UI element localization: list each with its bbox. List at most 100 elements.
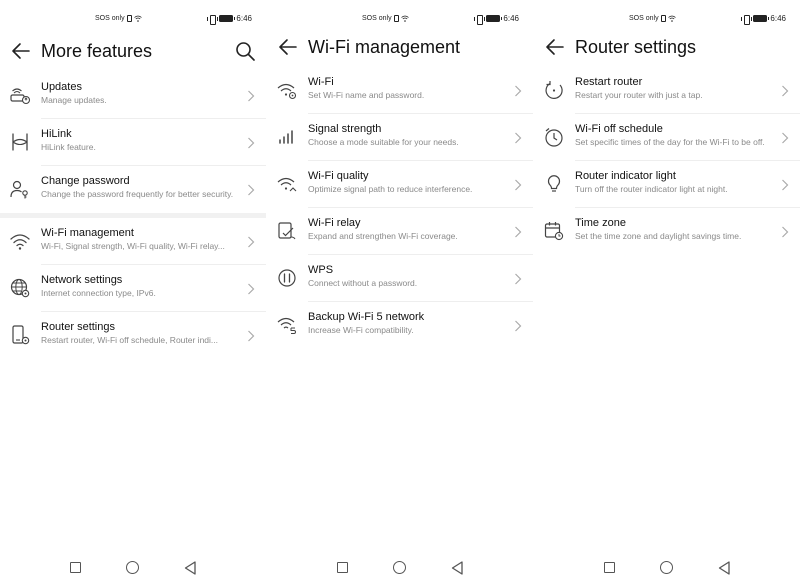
chevron-right-icon: [248, 137, 255, 149]
item-description: HiLink feature.: [41, 142, 96, 152]
sim-icon: [126, 15, 132, 22]
item-description: Restart router, Wi-Fi off schedule, Rout…: [41, 335, 218, 345]
list-item-hilink[interactable]: HiLink HiLink feature.: [0, 119, 266, 166]
sim-icon: [393, 15, 399, 22]
chevron-right-icon: [515, 273, 522, 285]
item-label: Time zone: [575, 217, 626, 229]
item-description: Manage updates.: [41, 95, 107, 105]
list-item-wifi[interactable]: Wi-Fi Set Wi-Fi name and password.: [267, 67, 533, 114]
router-gear-icon: [12, 325, 30, 345]
list-item-restart-router[interactable]: Restart router Restart your router with …: [534, 67, 800, 114]
home-button[interactable]: [126, 561, 139, 574]
recent-apps-button[interactable]: [70, 562, 81, 573]
lightbulb-icon: [547, 175, 561, 192]
list-item-updates[interactable]: Updates Manage updates.: [0, 72, 266, 119]
item-description: Internet connection type, IPv6.: [41, 288, 156, 298]
wifi-icon: [10, 234, 30, 250]
list-item-signal-strength[interactable]: Signal strength Choose a mode suitable f…: [267, 114, 533, 161]
system-nav-bar: [534, 557, 800, 579]
sos-only-text: SOS only: [362, 15, 392, 22]
chevron-right-icon: [782, 132, 789, 144]
item-description: Connect without a password.: [308, 278, 418, 288]
wifi-status-icon: [667, 15, 676, 22]
item-label: Wi-Fi quality: [308, 170, 369, 182]
status-time: 6:46: [236, 14, 252, 23]
router-update-icon: [10, 88, 31, 105]
item-label: Restart router: [575, 76, 643, 88]
wifi-gear-icon: [277, 83, 297, 100]
home-button[interactable]: [660, 561, 673, 574]
page-title: More features: [41, 41, 153, 61]
chevron-right-icon: [248, 283, 255, 295]
list-item-backup-wifi-5[interactable]: Backup Wi-Fi 5 network Increase Wi-Fi co…: [267, 302, 533, 349]
chevron-right-icon: [515, 179, 522, 191]
item-description: Optimize signal path to reduce interfere…: [308, 184, 473, 194]
sos-only-text: SOS only: [629, 15, 659, 22]
globe-gear-icon: [10, 278, 30, 298]
router-settings-list: Restart router Restart your router with …: [534, 67, 800, 255]
item-label: Wi-Fi off schedule: [575, 123, 663, 135]
list-item-change-password[interactable]: Change password Change the password freq…: [0, 166, 266, 213]
list-item-router-indicator-light[interactable]: Router indicator light Turn off the rout…: [534, 161, 800, 208]
home-button[interactable]: [393, 561, 406, 574]
chevron-right-icon: [515, 226, 522, 238]
wifi-quality-icon: [277, 177, 297, 192]
status-right: 6:46: [741, 14, 786, 25]
recent-apps-button[interactable]: [604, 562, 615, 573]
item-description: Set Wi-Fi name and password.: [308, 90, 425, 100]
item-label: Router settings: [41, 321, 115, 333]
list-item-network-settings[interactable]: Network settings Internet connection typ…: [0, 265, 266, 312]
app-header: Wi-Fi management: [267, 30, 533, 66]
status-time: 6:46: [503, 14, 519, 23]
calendar-clock-icon: [544, 222, 564, 241]
status-bar: SOS only 6:46: [0, 0, 266, 38]
wps-icon: [278, 269, 296, 287]
back-button[interactable]: [451, 561, 463, 575]
recent-apps-button[interactable]: [337, 562, 348, 573]
list-item-wifi-quality[interactable]: Wi-Fi quality Optimize signal path to re…: [267, 161, 533, 208]
wifi-status-icon: [133, 15, 142, 22]
system-nav-bar: [0, 557, 266, 579]
back-arrow-icon[interactable]: [10, 40, 32, 62]
item-description: Choose a mode suitable for your needs.: [308, 137, 459, 147]
vibrate-icon: [741, 14, 753, 25]
wifi-5-icon: [277, 317, 297, 334]
status-left: SOS only: [629, 15, 676, 22]
user-key-icon: [10, 180, 28, 199]
wifi-status-icon: [400, 15, 409, 22]
status-right: 6:46: [474, 14, 519, 25]
back-arrow-icon[interactable]: [544, 36, 566, 58]
back-button[interactable]: [184, 561, 196, 575]
item-label: Change password: [41, 175, 130, 187]
chevron-right-icon: [248, 330, 255, 342]
status-left: SOS only: [362, 15, 409, 22]
search-icon[interactable]: [234, 40, 256, 62]
item-label: Network settings: [41, 274, 123, 286]
status-left: SOS only: [95, 15, 142, 22]
app-header: More features: [0, 34, 266, 70]
list-item-wps[interactable]: WPS Connect without a password.: [267, 255, 533, 302]
list-item-wifi-off-schedule[interactable]: Wi-Fi off schedule Set specific times of…: [534, 114, 800, 161]
sos-only-text: SOS only: [95, 15, 125, 22]
list-item-wifi-management[interactable]: Wi-Fi management Wi-Fi, Signal strength,…: [0, 218, 266, 265]
signal-bars-icon: [279, 130, 293, 144]
restart-icon: [545, 81, 563, 99]
battery-icon: [753, 15, 770, 22]
screens-container: SOS only 6:46 More features Updates Mana…: [0, 0, 800, 585]
back-button[interactable]: [718, 561, 730, 575]
vibrate-icon: [207, 14, 219, 25]
screen-router-settings: SOS only 6:46 Router settings Restart ro…: [534, 0, 800, 585]
item-label: Wi-Fi: [308, 76, 334, 88]
item-description: Increase Wi-Fi compatibility.: [308, 325, 414, 335]
page-title: Wi-Fi management: [308, 37, 461, 57]
back-arrow-icon[interactable]: [277, 36, 299, 58]
chevron-right-icon: [248, 90, 255, 102]
chevron-right-icon: [248, 184, 255, 196]
item-label: Updates: [41, 81, 82, 93]
list-item-wifi-relay[interactable]: Wi-Fi relay Expand and strengthen Wi-Fi …: [267, 208, 533, 255]
wifi-relay-icon: [278, 222, 296, 240]
item-description: Set specific times of the day for the Wi…: [575, 137, 765, 147]
list-item-time-zone[interactable]: Time zone Set the time zone and daylight…: [534, 208, 800, 255]
vibrate-icon: [474, 14, 486, 25]
list-item-router-settings[interactable]: Router settings Restart router, Wi-Fi of…: [0, 312, 266, 359]
